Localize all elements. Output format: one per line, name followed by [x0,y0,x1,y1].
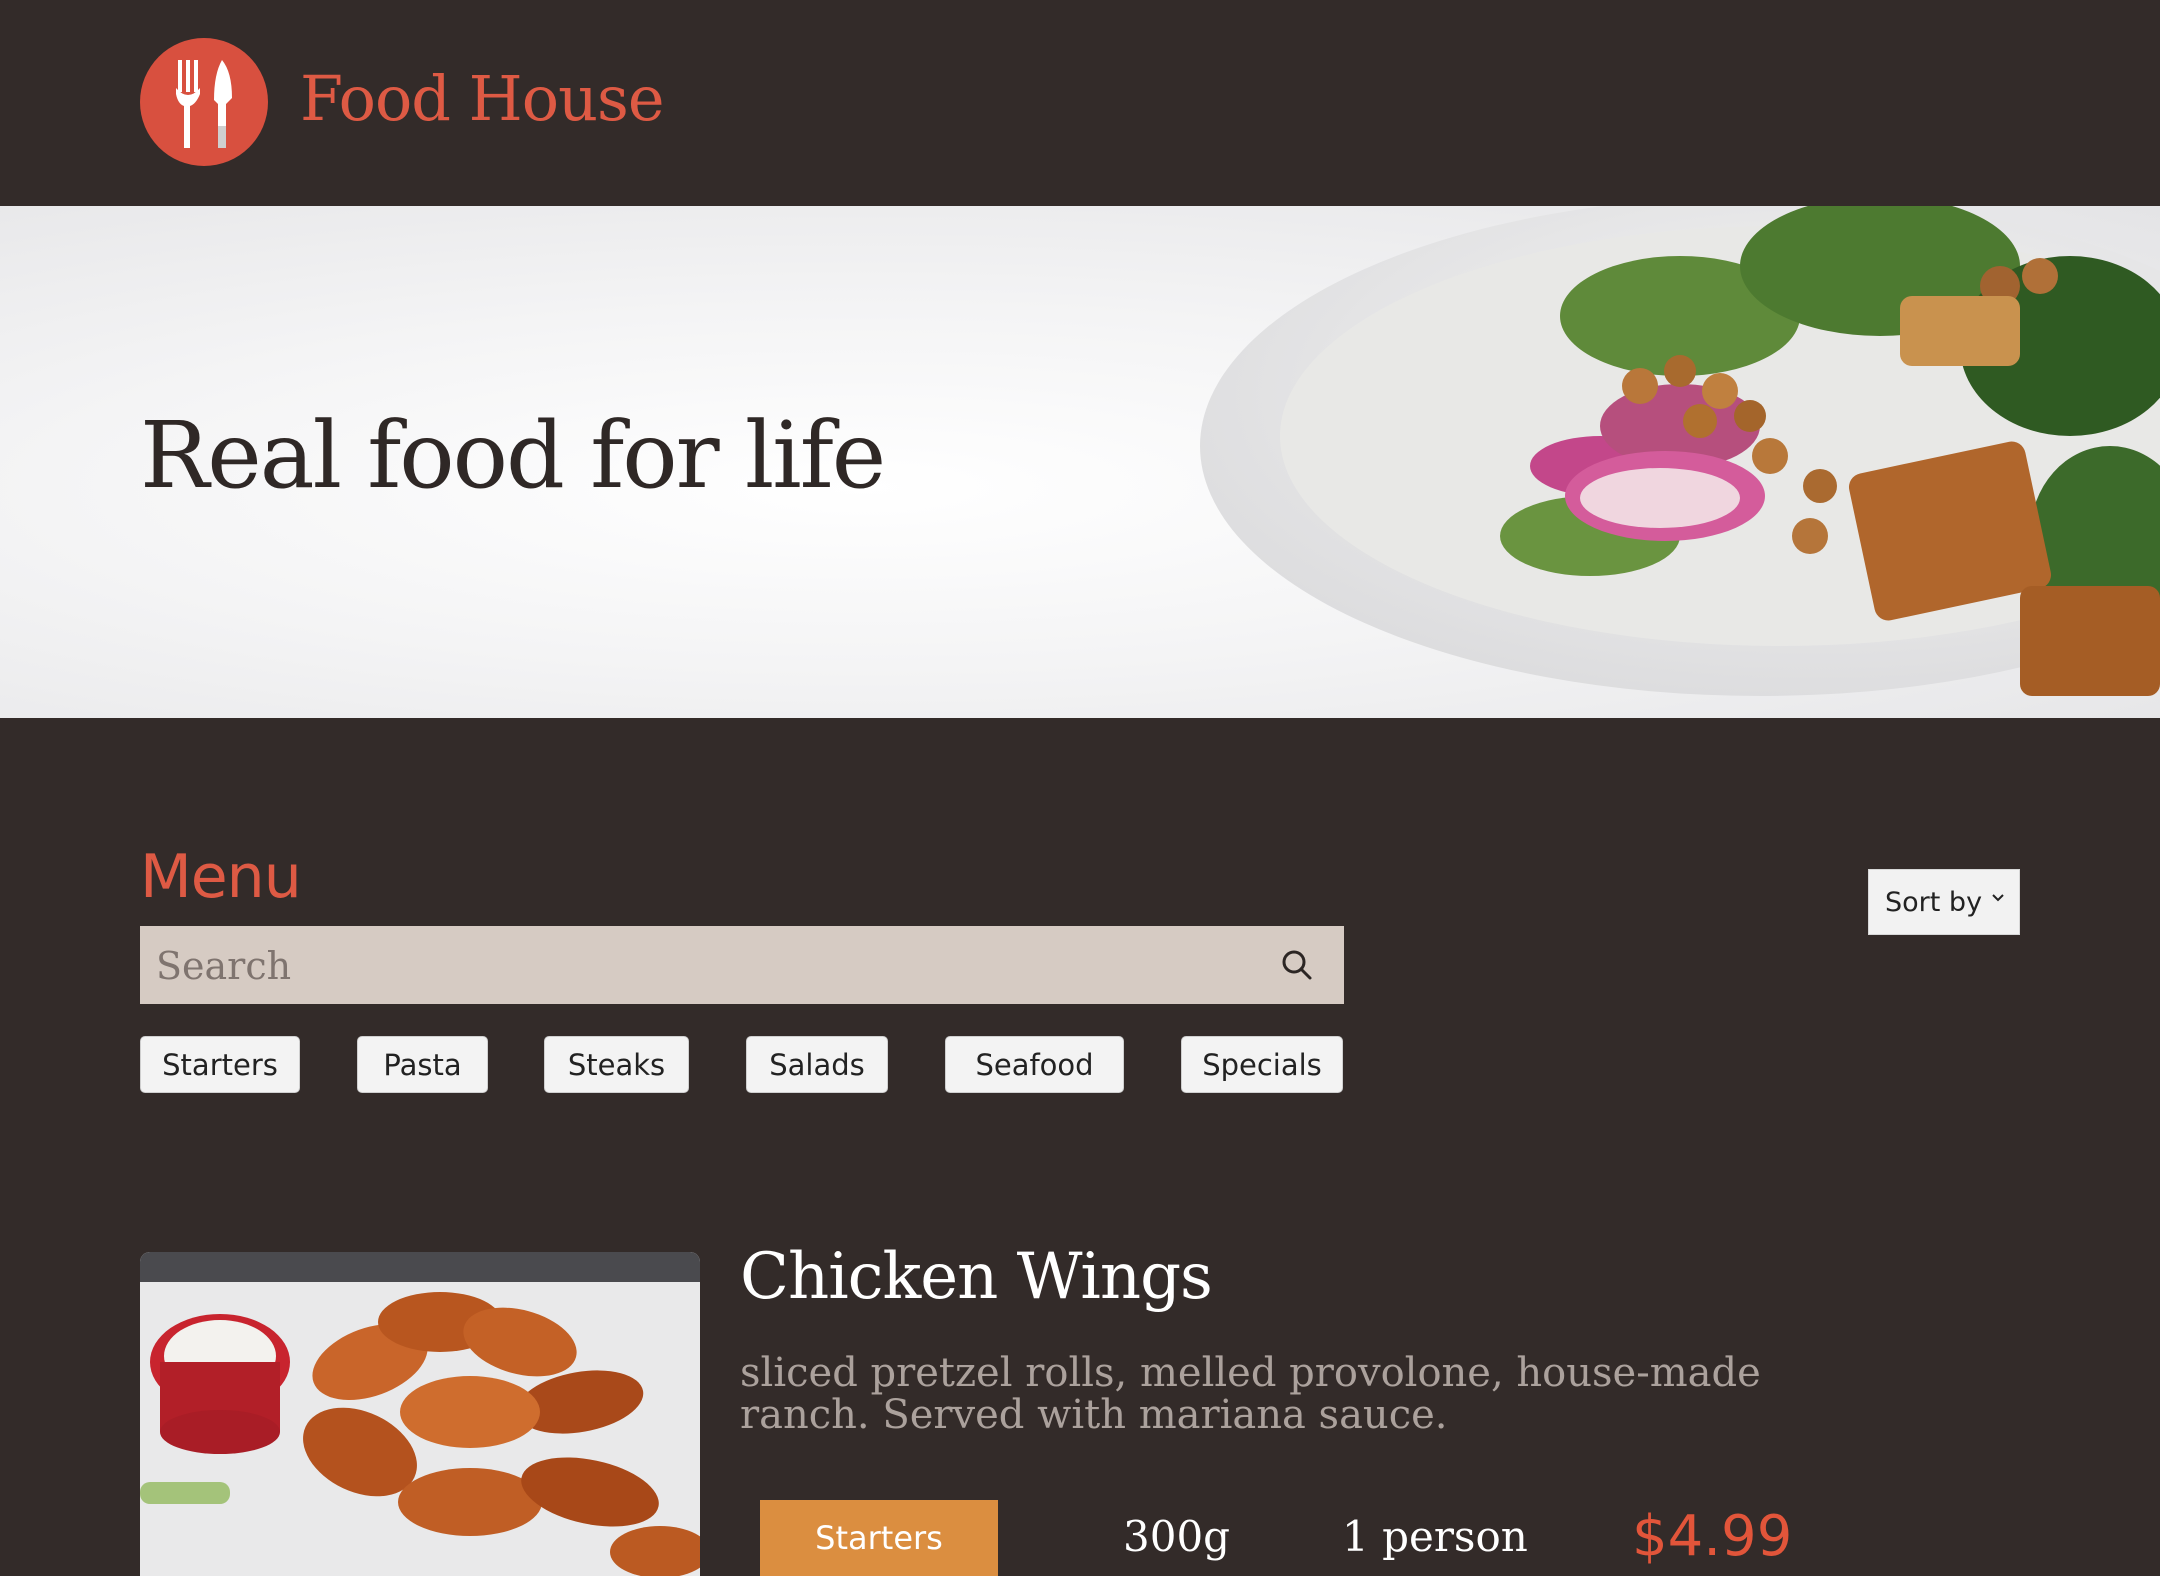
category-chip-starters[interactable]: Starters [140,1036,300,1093]
fork-knife-icon [176,60,232,148]
sort-dropdown[interactable]: Sort by [1868,869,2020,935]
category-chip-specials[interactable]: Specials [1181,1036,1343,1093]
menu-item-weight: 300g [1123,1512,1231,1561]
chevron-down-icon [1992,894,2004,902]
menu-item-image[interactable] [140,1252,700,1576]
sort-label: Sort by [1885,887,1983,918]
category-chip-steaks[interactable]: Steaks [544,1036,689,1093]
category-chip-seafood[interactable]: Seafood [945,1036,1124,1093]
logo[interactable] [140,38,268,166]
salad-bowl-image [1200,206,2160,696]
hero-title: Real food for life [140,402,886,509]
search-placeholder: Search [156,944,292,988]
menu-item-price: $4.99 [1632,1504,1793,1569]
hero-banner: Real food for life [0,206,2160,718]
category-chip-pasta[interactable]: Pasta [357,1036,488,1093]
chicken-wings-image [140,1252,700,1576]
category-chip-salads[interactable]: Salads [746,1036,888,1093]
site-header: Food House [0,0,2160,206]
menu-item-category-button[interactable]: Starters [760,1500,998,1576]
menu-item-description: sliced pretzel rolls, melled provolone, … [740,1350,1761,1438]
search-icon[interactable] [1280,948,1314,982]
search-input[interactable]: Search [140,926,1344,1004]
menu-item-name[interactable]: Chicken Wings [740,1240,1213,1314]
menu-item-serves: 1 person [1342,1512,1528,1561]
brand-name[interactable]: Food House [300,62,665,135]
menu-title: Menu [140,842,302,912]
